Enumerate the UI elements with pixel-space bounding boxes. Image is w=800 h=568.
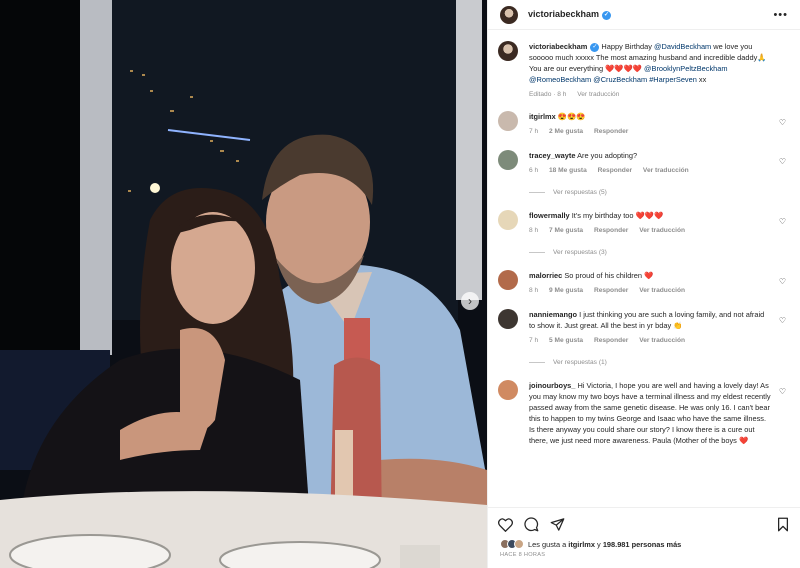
comment-likes[interactable]: 18 Me gusta: [549, 167, 587, 174]
comment-username[interactable]: joinourboys_: [529, 381, 575, 390]
comment-like-heart-icon[interactable]: ♡: [779, 118, 786, 127]
comment-likes[interactable]: 7 Me gusta: [549, 227, 583, 234]
avatar[interactable]: [514, 539, 524, 549]
comment-time: 6 h: [529, 167, 539, 174]
comment-like-heart-icon[interactable]: ♡: [779, 277, 786, 286]
post-header: victoriabeckham ✓ •••: [488, 0, 800, 30]
comment-username[interactable]: flowermally: [529, 211, 570, 220]
comment-text: Are you adopting?: [577, 151, 638, 160]
comment-translate[interactable]: Ver traducción: [639, 227, 685, 234]
comment-row: itgirlmx 😍😍😍 7 h 2 Me gusta Responder ♡: [498, 111, 788, 137]
comment-likes[interactable]: 9 Me gusta: [549, 287, 583, 294]
comment-meta: 8 h 7 Me gusta Responder Ver traducción: [529, 225, 772, 236]
likes-prefix: Les gusta a: [528, 539, 567, 549]
caption: victoriabeckham ✓ Happy Birthday @DavidBe…: [498, 41, 788, 100]
comment-time: 8 h: [529, 227, 539, 234]
comment-emoji: ❤️❤️❤️: [635, 211, 664, 220]
caption-meta: Editado · 8 h Ver traducción: [529, 89, 772, 100]
heart-icon[interactable]: [498, 517, 513, 532]
comment-reply-button[interactable]: Responder: [594, 337, 628, 344]
comment-reply-button[interactable]: Responder: [598, 167, 632, 174]
comment-icon[interactable]: [524, 517, 539, 532]
comment-emoji: ❤️: [738, 436, 749, 445]
comment-avatar[interactable]: [498, 210, 518, 230]
comment-meta: 8 h 9 Me gusta Responder Ver traducción: [529, 285, 772, 296]
comment-meta: 7 h 5 Me gusta Responder Ver traducción: [529, 335, 772, 346]
comment-emoji: ❤️: [644, 271, 654, 280]
comment-like-heart-icon[interactable]: ♡: [779, 157, 786, 166]
more-icon[interactable]: •••: [773, 9, 788, 21]
likes-count[interactable]: 198.981 personas más: [603, 540, 681, 549]
comment-time: 8 h: [529, 287, 539, 294]
caption-username[interactable]: victoriabeckham: [529, 42, 587, 51]
view-replies-button[interactable]: Ver respuestas (3): [529, 249, 788, 256]
comments-list: victoriabeckham ✓ Happy Birthday @DavidBe…: [488, 31, 800, 507]
view-replies-button[interactable]: Ver respuestas (1): [529, 359, 788, 366]
comment-avatar[interactable]: [498, 309, 518, 329]
comment-text: Hi Victoria, I hope you are well and hav…: [529, 381, 771, 445]
avatar[interactable]: [500, 5, 518, 24]
verified-badge-icon: ✓: [590, 42, 600, 52]
view-replies-button[interactable]: Ver respuestas (5): [529, 189, 788, 196]
verified-badge-icon: ✓: [602, 10, 612, 20]
post-username[interactable]: victoriabeckham ✓: [528, 9, 612, 20]
comment-likes[interactable]: 5 Me gusta: [549, 337, 583, 344]
post-photo: ›: [0, 0, 487, 568]
comment-likes[interactable]: 2 Me gusta: [549, 128, 583, 135]
comment-reply-button[interactable]: Responder: [594, 227, 628, 234]
comment-username[interactable]: itgirlmx: [529, 112, 556, 121]
mention-romeo[interactable]: @RomeoBeckham: [529, 75, 591, 84]
comment-text: So proud of his children: [564, 271, 642, 280]
comment-text: It's my birthday too: [571, 211, 634, 220]
comment-username[interactable]: tracey_wayte: [529, 151, 575, 160]
comment-username[interactable]: nanniemango: [529, 310, 577, 319]
mention-david[interactable]: @DavidBeckham: [654, 42, 711, 51]
likes-middle: y: [597, 539, 601, 549]
likes-summary: Les gusta a itgirlmx y 198.981 personas …: [488, 532, 800, 549]
comment-avatar[interactable]: [498, 380, 518, 400]
comment-avatar[interactable]: [498, 270, 518, 290]
caption-translate[interactable]: Ver traducción: [577, 91, 619, 98]
comment-username[interactable]: malorriec: [529, 271, 562, 280]
post-timestamp: HACE 8 HORAS: [500, 552, 546, 558]
mention-brooklyn[interactable]: @BrooklynPeltzBeckham: [644, 64, 728, 73]
comment-avatar[interactable]: [498, 150, 518, 170]
comment-like-heart-icon[interactable]: ♡: [779, 387, 786, 396]
caption-text-start: Happy Birthday: [601, 42, 652, 51]
post-panel: victoriabeckham ✓ ••• victoriabeckham ✓ Ha…: [487, 0, 800, 568]
comment-row: flowermally It's my birthday too ❤️❤️❤️ …: [498, 210, 788, 236]
caption-edited: Editado · 8 h: [529, 91, 567, 98]
comment-time: 7 h: [529, 128, 539, 135]
comment-emoji: 👏: [673, 321, 683, 330]
post-actions: Les gusta a itgirlmx y 198.981 personas …: [488, 507, 800, 568]
comment-reply-button[interactable]: Responder: [594, 128, 628, 135]
hearts-emoji: ❤️❤️❤️❤️: [605, 64, 642, 73]
comment-translate[interactable]: Ver traducción: [639, 287, 685, 294]
comment-meta: 7 h 2 Me gusta Responder: [529, 126, 772, 137]
comment-meta: 6 h 18 Me gusta Responder Ver traducción: [529, 165, 772, 176]
comment-translate[interactable]: Ver traducción: [639, 337, 685, 344]
comment-row: nanniemango I just thinking you are such…: [498, 309, 788, 346]
send-icon[interactable]: [550, 517, 565, 532]
comment-row: joinourboys_ Hi Victoria, I hope you are…: [498, 380, 788, 446]
mention-harper[interactable]: #HarperSeven: [649, 75, 697, 84]
caption-avatar[interactable]: [498, 41, 518, 61]
comment-time: 7 h: [529, 337, 539, 344]
comment-row: tracey_wayte Are you adopting? 6 h 18 Me…: [498, 150, 788, 176]
caption-text-end: You are our everything: [529, 64, 604, 73]
comment-emoji: 😍😍😍: [557, 112, 586, 121]
comment-row: malorriec So proud of his children ❤️ 8 …: [498, 270, 788, 296]
comment-like-heart-icon[interactable]: ♡: [779, 316, 786, 325]
comment-avatar[interactable]: [498, 111, 518, 131]
caption-tail: xx: [698, 75, 707, 84]
next-photo-button[interactable]: ›: [461, 292, 479, 310]
mention-cruz[interactable]: @CruzBeckham: [593, 75, 647, 84]
comment-reply-button[interactable]: Responder: [594, 287, 628, 294]
bookmark-icon[interactable]: [775, 517, 790, 532]
comment-like-heart-icon[interactable]: ♡: [779, 217, 786, 226]
likes-user[interactable]: itgirlmx: [568, 540, 595, 549]
comment-translate[interactable]: Ver traducción: [643, 167, 689, 174]
photo-illustration: [0, 0, 487, 568]
